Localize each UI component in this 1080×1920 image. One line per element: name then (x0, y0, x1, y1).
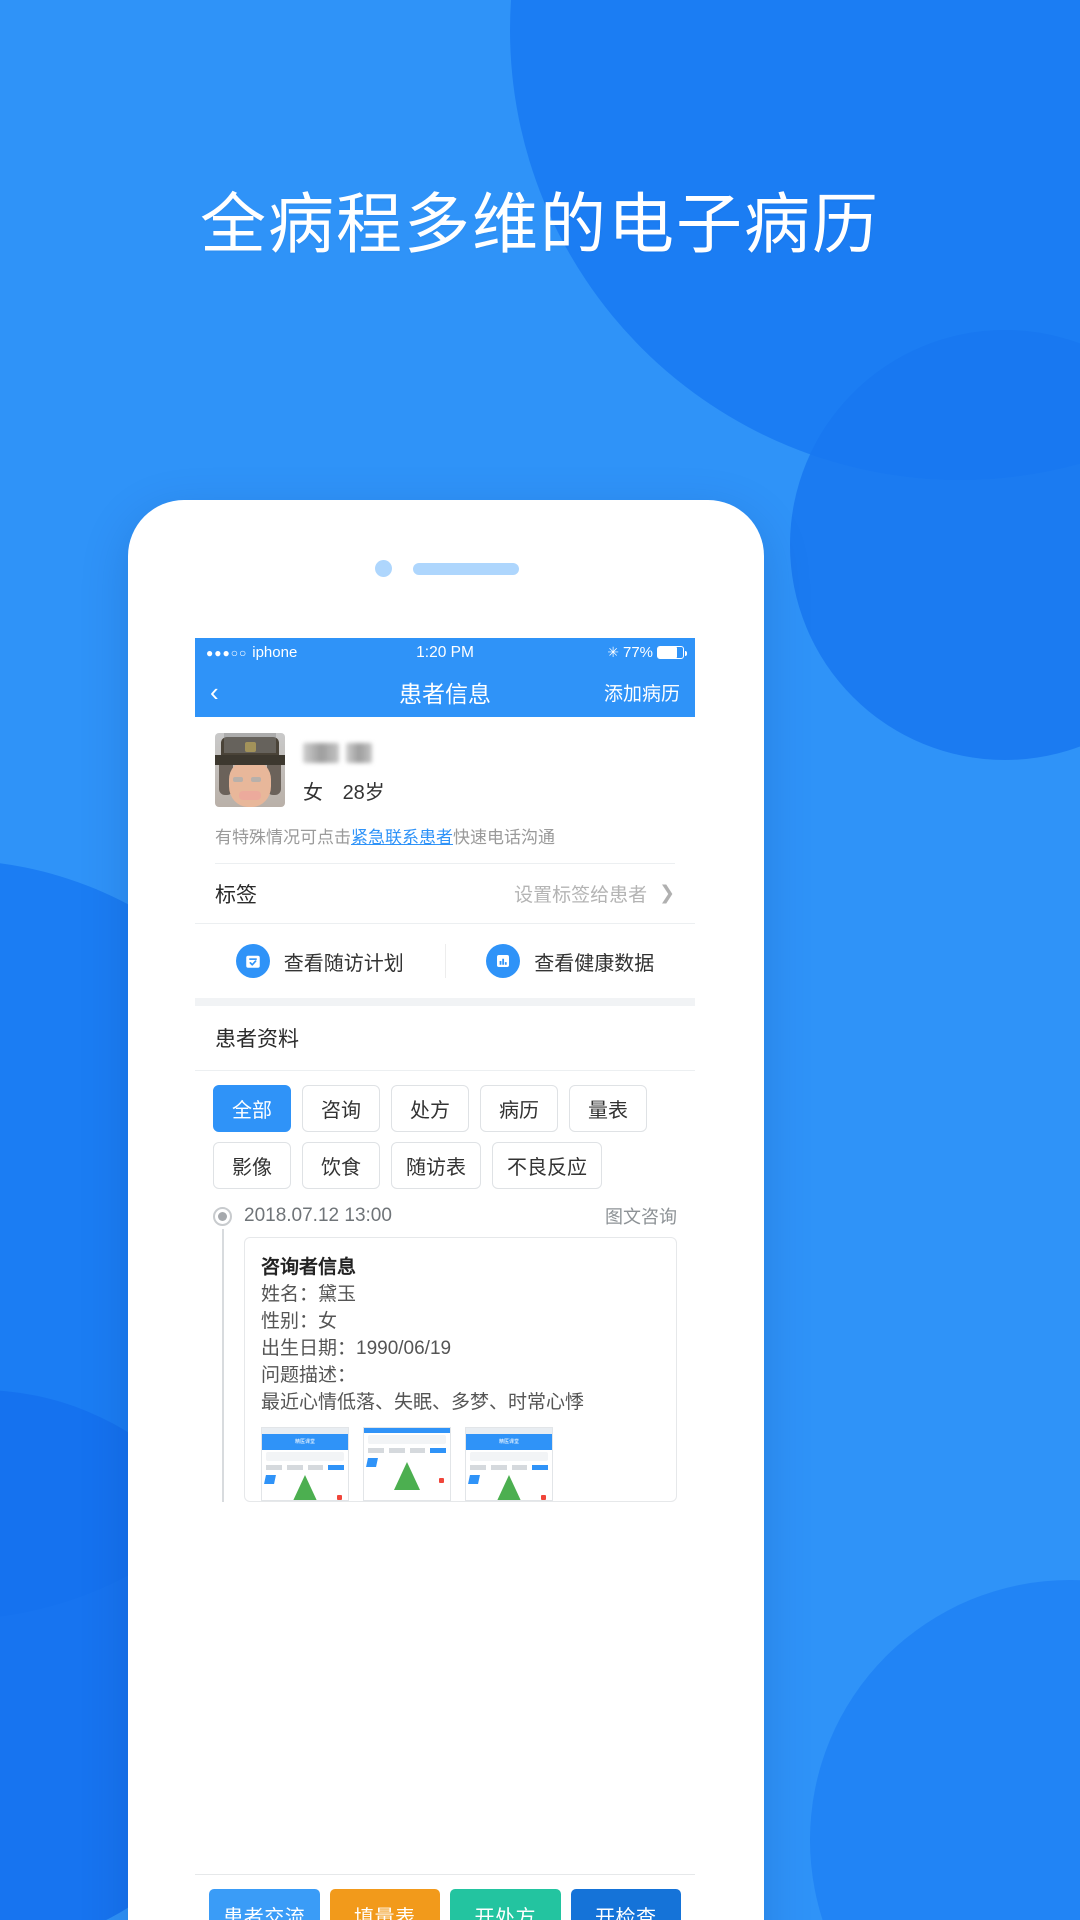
status-bar-clock: 1:20 PM (416, 643, 474, 661)
calendar-check-icon (235, 944, 270, 978)
battery-icon (657, 646, 688, 659)
quick-action-label: 查看健康数据 (534, 952, 655, 975)
attachment-thumbnail[interactable]: 精医课堂 (465, 1426, 553, 1501)
attachment-thumbnails: 精医课堂 精医课堂 (261, 1426, 660, 1501)
patient-demographics: 女 28岁 (303, 776, 399, 807)
status-bar: ●●●○○ iphone 1:20 PM ✳ 77% (195, 638, 695, 667)
timeline-dot-icon (213, 1206, 232, 1226)
camera-dot (375, 560, 392, 577)
attachment-thumbnail[interactable] (363, 1426, 451, 1501)
patient-age: 28岁 (342, 782, 385, 804)
bar-chart-icon (486, 944, 521, 978)
emergency-contact-link[interactable]: 紧急联系患者 (351, 828, 453, 847)
timeline-entry-body: 咨询者信息 姓名：黛玉 性别：女 出生日期：1990/06/19 问题描述： 最… (213, 1229, 677, 1502)
chip-imaging[interactable]: 影像 (213, 1142, 291, 1189)
bottom-action-bar: 患者交流 填量表 开处方 开检查 (195, 1874, 695, 1920)
consultation-name: 姓名：黛玉 (261, 1284, 357, 1305)
chip-prescription[interactable]: 处方 (391, 1085, 469, 1132)
write-prescription-button[interactable]: 开处方 (450, 1889, 561, 1920)
back-button[interactable]: ‹ (210, 679, 270, 705)
patient-meta: 女 28岁 (303, 733, 399, 807)
chip-consult[interactable]: 咨询 (302, 1085, 380, 1132)
emergency-contact-note: 有特殊情况可点击紧急联系患者快速电话沟通 (215, 807, 675, 864)
chip-diet[interactable]: 饮食 (302, 1142, 380, 1189)
consultation-question-text: 最近心情低落、失眠、多梦、时常心悸 (261, 1391, 585, 1413)
note-suffix: 快速电话沟通 (453, 828, 555, 847)
chip-adverse-reaction[interactable]: 不良反应 (492, 1142, 602, 1189)
patient-name-redacted (303, 737, 399, 763)
add-medical-record-button[interactable]: 添加病历 (604, 679, 680, 706)
phone-screen: ●●●○○ iphone 1:20 PM ✳ 77% ‹ 患者信息 添加病历 女… (195, 638, 695, 1920)
phone-mockup: ●●●○○ iphone 1:20 PM ✳ 77% ‹ 患者信息 添加病历 女… (128, 500, 764, 1920)
filter-chips: 全部 咨询 处方 病历 量表 影像 饮食 随访表 不良反应 (213, 1085, 677, 1189)
battery-percent-label: 77% (622, 644, 654, 661)
chevron-left-icon: ‹ (210, 677, 219, 707)
signal-dots-icon: ●●●○○ (206, 645, 248, 660)
tag-label: 标签 (215, 883, 257, 907)
status-bar-right: ✳ 77% (474, 644, 688, 661)
timeline-entry-header: 2018.07.12 13:00 图文咨询 (213, 1203, 677, 1229)
order-exam-button[interactable]: 开检查 (570, 1889, 681, 1920)
chip-medical-record[interactable]: 病历 (480, 1085, 558, 1132)
screen-content: 女 28岁 有特殊情况可点击紧急联系患者快速电话沟通 标签 设置标签给患者 ❯ (195, 717, 695, 1920)
section-title-patient-data: 患者资料 (195, 1006, 695, 1071)
fill-scale-button[interactable]: 填量表 (329, 1889, 440, 1920)
note-prefix: 有特殊情况可点击 (215, 828, 351, 847)
timeline-entry-type: 图文咨询 (605, 1207, 677, 1227)
status-bar-left: ●●●○○ iphone (206, 644, 416, 661)
consultation-card-title: 咨询者信息 (261, 1257, 357, 1278)
consultation-gender: 性别：女 (261, 1310, 338, 1332)
chip-followup-form[interactable]: 随访表 (391, 1142, 481, 1189)
chip-all[interactable]: 全部 (213, 1085, 291, 1132)
patient-header-card: 女 28岁 有特殊情况可点击紧急联系患者快速电话沟通 (195, 717, 695, 864)
attachment-thumbnail[interactable]: 精医课堂 (261, 1426, 349, 1501)
hero-headline: 全病程多维的电子病历 (200, 187, 880, 261)
decorative-circle-bottom-right (810, 1580, 1080, 1920)
speaker-grille (413, 563, 519, 575)
tag-row-right: 设置标签给患者 ❯ (514, 880, 675, 907)
chevron-right-icon: ❯ (659, 883, 675, 904)
view-health-data-button[interactable]: 查看健康数据 (444, 944, 696, 978)
patient-identity-row: 女 28岁 (215, 733, 675, 807)
consultation-card[interactable]: 咨询者信息 姓名：黛玉 性别：女 出生日期：1990/06/19 问题描述： 最… (244, 1237, 677, 1502)
nav-bar: ‹ 患者信息 添加病历 (195, 667, 695, 717)
view-followup-plan-button[interactable]: 查看随访计划 (195, 944, 445, 978)
consultation-question-label: 问题描述： (261, 1364, 357, 1386)
carrier-label: iphone (252, 644, 298, 661)
thumb-title: 精医课堂 (294, 1439, 315, 1446)
avatar[interactable] (215, 733, 285, 807)
quick-action-row: 查看随访计划 查看健康数据 (195, 924, 695, 1006)
thumb-title: 精医课堂 (498, 1439, 519, 1446)
tag-hint: 设置标签给患者 (514, 885, 648, 906)
consultation-birthdate: 出生日期：1990/06/19 (261, 1337, 452, 1359)
filter-chips-container: 全部 咨询 处方 病历 量表 影像 饮食 随访表 不良反应 (195, 1071, 695, 1197)
tag-row[interactable]: 标签 设置标签给患者 ❯ (195, 864, 695, 924)
patient-gender: 女 (303, 782, 323, 804)
timeline-rail (213, 1229, 232, 1502)
chip-scale[interactable]: 量表 (569, 1085, 647, 1132)
bluetooth-icon: ✳ (607, 644, 619, 660)
quick-action-label: 查看随访计划 (283, 952, 404, 975)
patient-chat-button[interactable]: 患者交流 (209, 1889, 320, 1920)
phone-earpiece-area (128, 500, 764, 638)
timeline-timestamp: 2018.07.12 13:00 (244, 1205, 392, 1226)
timeline: 2018.07.12 13:00 图文咨询 咨询者信息 姓名：黛玉 性别：女 出… (195, 1197, 695, 1874)
